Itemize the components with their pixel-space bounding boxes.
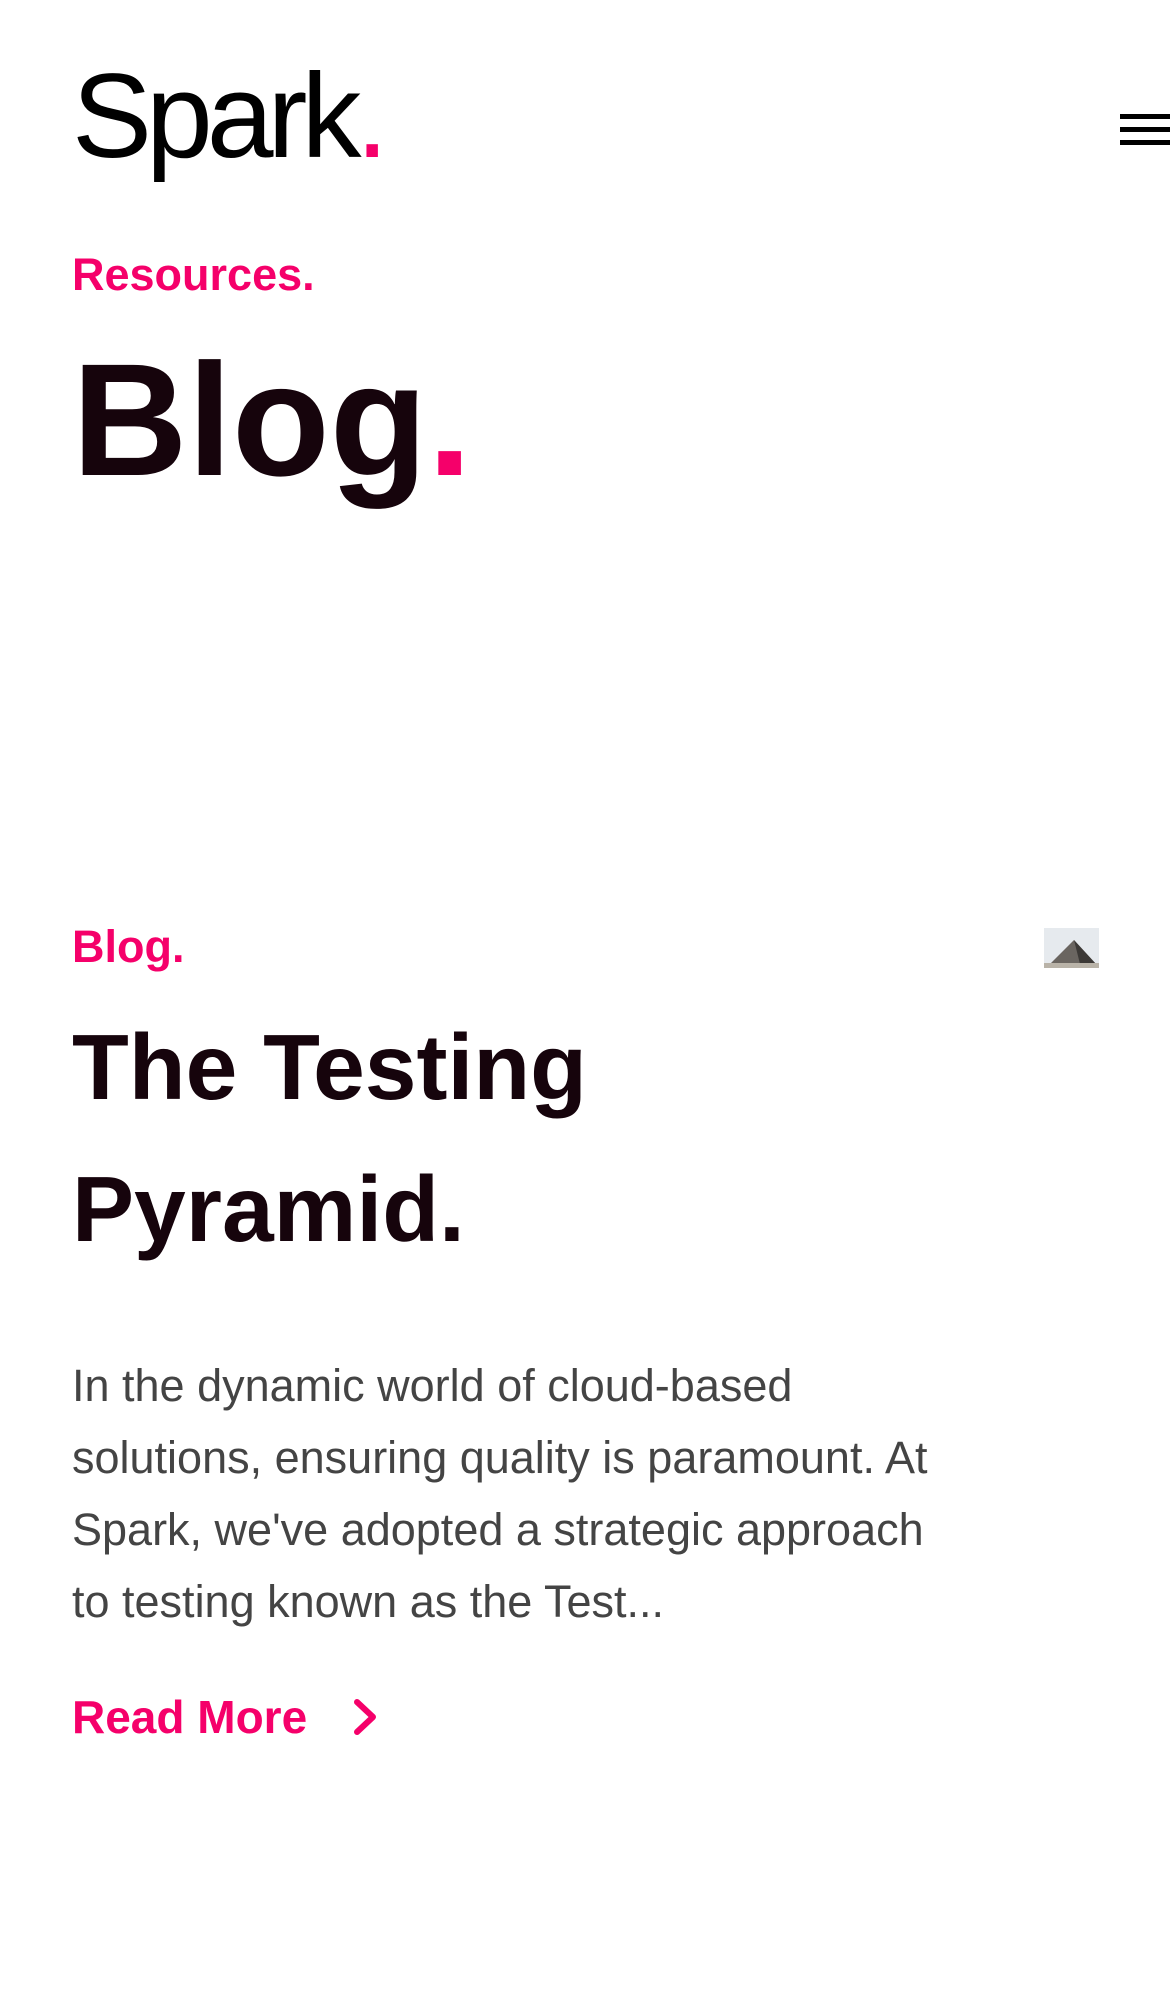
post-thumbnail-image[interactable]	[1044, 928, 1099, 968]
menu-line	[1120, 114, 1170, 119]
hamburger-menu-icon[interactable]	[1114, 108, 1170, 156]
page-title-text: Blog	[72, 330, 428, 509]
logo-dot: .	[355, 49, 388, 183]
logo-text: Spark	[72, 49, 361, 183]
site-header: Spark.	[0, 0, 1170, 200]
post-title[interactable]: The Testing Pyramid.	[72, 996, 832, 1280]
read-more-link[interactable]: Read More	[72, 1690, 381, 1744]
section-eyebrow: Resources.	[72, 249, 315, 300]
read-more-label: Read More	[72, 1691, 308, 1743]
menu-line	[1120, 140, 1170, 145]
site-logo[interactable]: Spark.	[72, 56, 389, 176]
menu-line	[1120, 127, 1170, 132]
page-title: Blog.	[72, 340, 472, 500]
chevron-right-icon	[354, 1699, 377, 1735]
post-excerpt: In the dynamic world of cloud-based solu…	[72, 1360, 928, 1627]
pyramid-image-icon	[1044, 928, 1099, 968]
post-category: Blog.	[72, 921, 185, 972]
page-title-dot: .	[427, 330, 472, 509]
